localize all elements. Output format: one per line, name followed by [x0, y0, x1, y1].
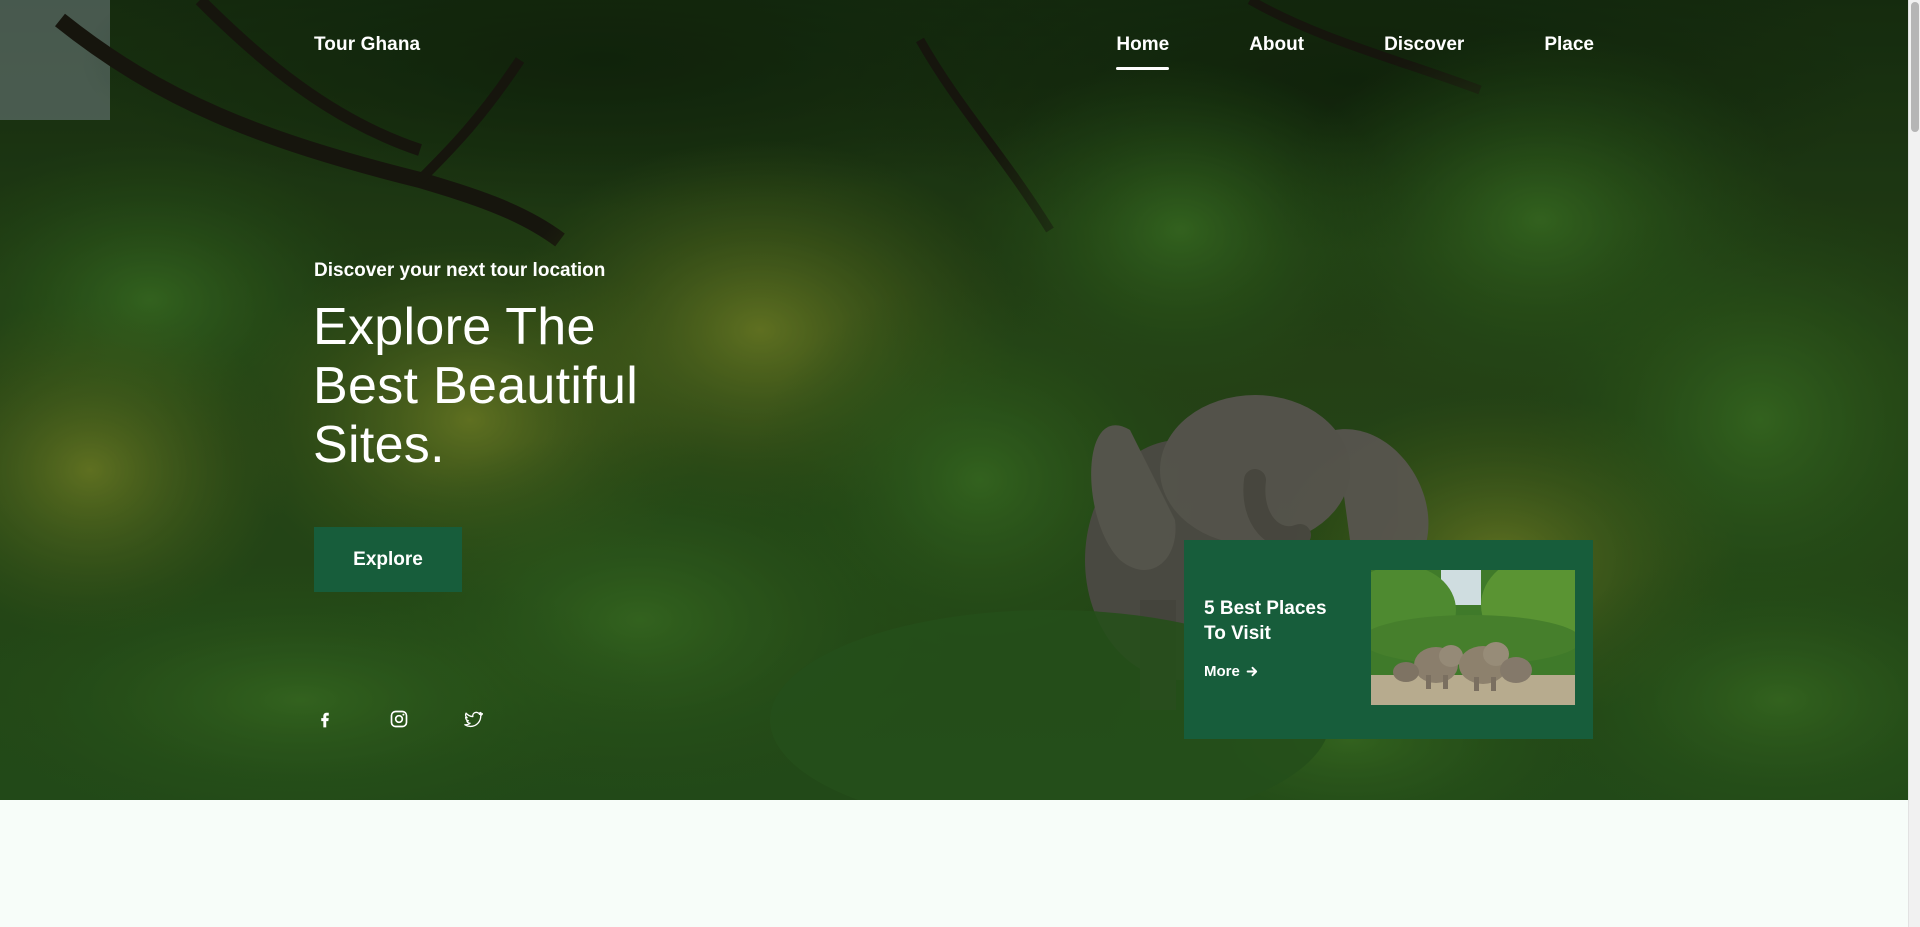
instagram-link[interactable] — [388, 708, 410, 730]
explore-button[interactable]: Explore — [314, 527, 462, 592]
scrollbar-thumb[interactable] — [1911, 2, 1919, 132]
nav-item-place[interactable]: Place — [1544, 34, 1594, 70]
hero-overlay — [0, 0, 1908, 800]
hero-section: Tour Ghana Home About Discover Place Dis… — [0, 0, 1908, 800]
hero-headline-line: Best Beautiful — [313, 357, 639, 415]
promo-card-title-line: To Visit — [1204, 623, 1271, 644]
hero-subtitle: Discover your next tour location — [314, 260, 606, 281]
twitter-link[interactable] — [462, 708, 484, 730]
promo-more-label: More — [1204, 663, 1240, 680]
arrow-right-icon — [1246, 666, 1257, 677]
instagram-icon — [390, 710, 408, 728]
social-links — [314, 708, 484, 730]
page-scrollbar[interactable] — [1908, 0, 1920, 927]
facebook-link[interactable] — [314, 708, 336, 730]
site-header: Tour Ghana Home About Discover Place — [314, 30, 1594, 76]
hero-headline-line: Explore The — [313, 298, 596, 356]
promo-card[interactable]: 5 Best Places To Visit More — [1184, 540, 1593, 739]
facebook-icon — [321, 712, 329, 728]
promo-more-link[interactable]: More — [1204, 663, 1259, 680]
main-nav: Home About Discover Place — [1116, 34, 1594, 70]
hero-headline: Explore The Best Beautiful Sites. — [313, 298, 733, 475]
nav-item-about[interactable]: About — [1249, 34, 1304, 70]
promo-card-image — [1371, 570, 1575, 705]
twitter-icon — [464, 711, 483, 728]
nav-item-discover[interactable]: Discover — [1384, 34, 1464, 70]
promo-card-title-line: 5 Best Places — [1204, 598, 1327, 619]
page: Tour Ghana Home About Discover Place Dis… — [0, 0, 1920, 927]
nav-item-home[interactable]: Home — [1116, 34, 1169, 70]
promo-card-title: 5 Best Places To Visit — [1204, 596, 1344, 646]
site-logo[interactable]: Tour Ghana — [314, 34, 420, 56]
hero-headline-line: Sites. — [313, 416, 445, 474]
